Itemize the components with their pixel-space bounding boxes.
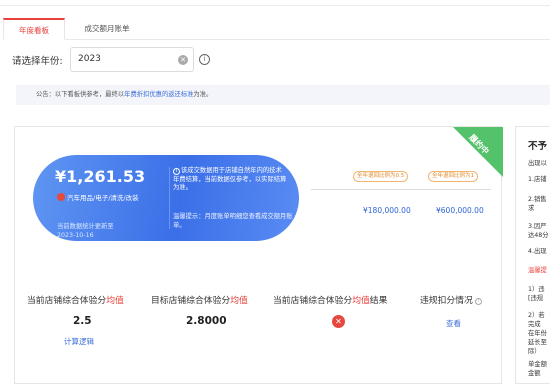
metric-current-score-title: 当前店铺综合体验分均值 <box>27 296 124 306</box>
side-line: 在年份 <box>528 330 547 337</box>
update-date: 2023-10-16 <box>57 231 94 239</box>
side-line: 单金额 <box>528 361 547 368</box>
notice-bar: 公告：以下看板供参考，最终以年费折扣优惠的返还标准为准。 <box>16 85 550 105</box>
current-score-value: 2.5 <box>73 315 92 327</box>
category-line: 汽车用品/电子/清洗/改装 <box>57 193 147 203</box>
top-divider <box>0 0 550 6</box>
notice-prefix: 公告：以下看板供参考，最终以 <box>36 91 125 98</box>
banner-note: i 该成交数据用于店铺自然年内的技术年费结算，当前数据仅参考，以实际结算为准。 <box>173 167 288 193</box>
side-panel: 不予 出现以 1.店铺 2.销售 求 3.因严 达48分 4.出现 温馨提 1）… <box>515 126 550 384</box>
side-line: 4.出现 <box>528 248 547 255</box>
refund-tag-2: 全年退回比例为1 <box>428 171 478 182</box>
side-line: [违规 <box>528 295 544 302</box>
side-line: 2.销售 <box>528 196 547 203</box>
update-info: 当前数据统计更新至 2023-10-16 <box>57 223 137 240</box>
side-line: 金额 <box>528 370 541 377</box>
update-label: 当前数据统计更新至 <box>57 223 114 230</box>
threshold-amount-2: ¥600,000.00 <box>436 206 484 215</box>
metric-violation-title: 违规扣分情况? <box>420 293 482 306</box>
side-line: 达48分 <box>528 232 549 239</box>
year-label: 请选择年份: <box>12 56 63 67</box>
side-line: 求 <box>528 205 535 212</box>
year-select[interactable]: 2023 ✕ <box>70 47 194 72</box>
clear-icon[interactable]: ✕ <box>178 55 188 65</box>
target-score-value: 2.8000 <box>186 315 227 327</box>
side-line: 出现以 <box>528 160 547 167</box>
view-violations-link[interactable]: 查看 <box>446 318 461 329</box>
category-text: 汽车用品/电子/清洗/改装 <box>67 194 139 202</box>
status-badge: 履约中 <box>453 127 503 177</box>
fail-icon: ✕ <box>332 315 345 328</box>
tab-annual-dashboard[interactable]: 年度看板 <box>3 18 65 40</box>
side-warning: 温馨提 <box>528 267 547 274</box>
side-line: 2）若 <box>528 312 545 319</box>
refund-tag-1: 全年退回比例为0.5 <box>353 171 409 182</box>
metric-target-score-title: 目标店铺综合体验分均值 <box>151 296 248 306</box>
turnover-banner: ¥1,261.53 汽车用品/电子/清洗/改装 当前数据统计更新至 2023-1… <box>33 155 299 241</box>
side-title: 不予 <box>528 141 548 152</box>
info-icon: i <box>173 168 180 175</box>
progress-track <box>311 189 491 190</box>
side-line: 1）违 <box>528 286 545 293</box>
info-icon[interactable]: i <box>199 54 210 65</box>
calc-logic-link[interactable]: 计算逻辑 <box>64 336 94 347</box>
side-line: 延长至 <box>528 339 547 346</box>
banner-tip: 温馨提示：月度账单明细您查看成交额月账单。 <box>173 213 293 229</box>
help-icon[interactable]: ? <box>474 298 482 305</box>
banner-note-text: 该成交数据用于店铺自然年内的技术年费结算，当前数据仅参考，以实际结算为准。 <box>173 167 287 192</box>
banner-divider <box>169 167 170 229</box>
tab-monthly-bill[interactable]: 成交额月账单 <box>69 18 145 40</box>
annual-summary-card: 履约中 ¥1,261.53 汽车用品/电子/清洗/改装 当前数据统计更新至 20… <box>14 126 503 384</box>
tab-bar: 年度看板 成交额月账单 <box>3 18 550 40</box>
notice-highlight[interactable]: 年费折扣优惠的返还标准 <box>124 91 193 98</box>
category-icon <box>57 193 65 201</box>
metric-score-result-title: 当前店铺综合体验分均值结果 <box>273 296 388 306</box>
side-line: 1.店铺 <box>528 176 547 183</box>
year-value: 2023 <box>78 54 101 64</box>
side-line: 3.因严 <box>528 223 547 230</box>
side-line: 际） <box>528 348 541 355</box>
turnover-amount: ¥1,261.53 <box>55 167 146 186</box>
notice-suffix: 为准。 <box>193 91 213 98</box>
side-line: 完成 <box>528 321 541 328</box>
threshold-amount-1: ¥180,000.00 <box>363 206 411 215</box>
